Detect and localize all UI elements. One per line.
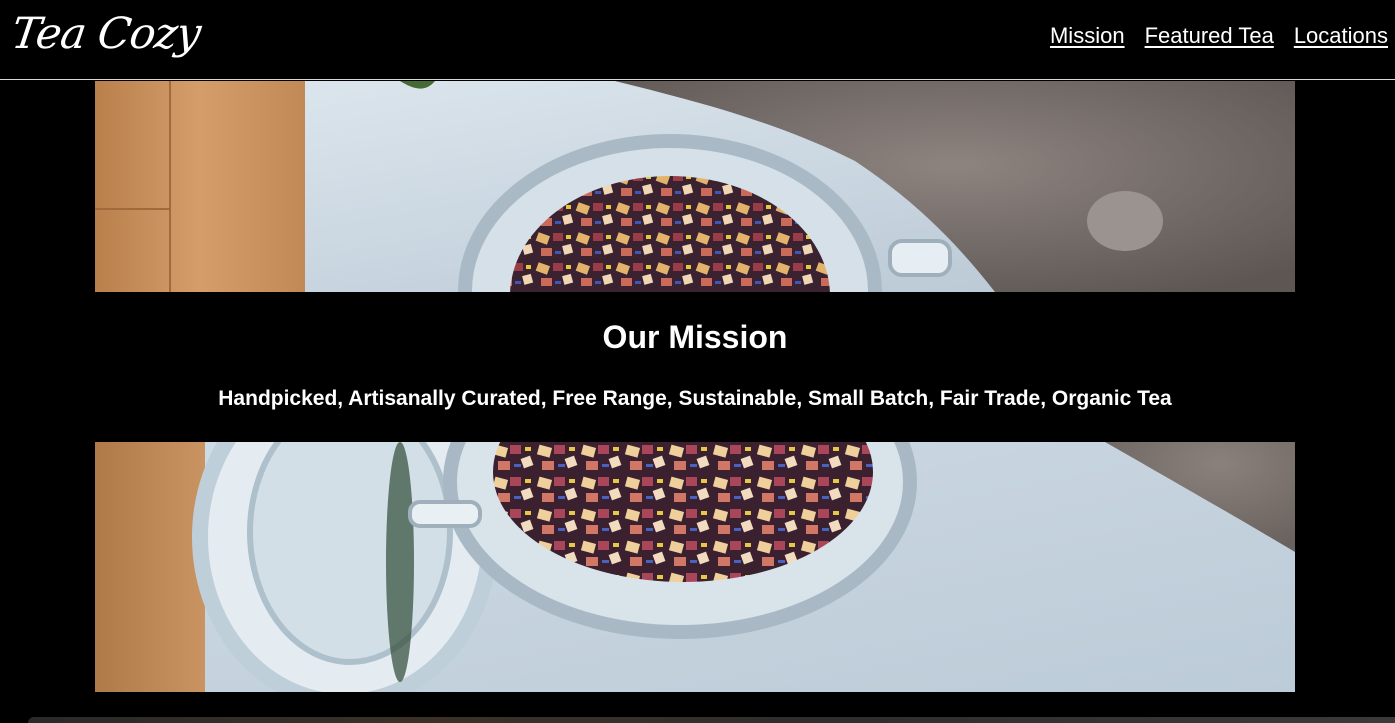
hero-image-bottom [95, 442, 1295, 692]
mission-title: Our Mission [602, 319, 788, 355]
hero-image-top [95, 81, 1295, 292]
nav-link-mission[interactable]: Mission [1050, 22, 1125, 50]
site-header: Tea Cozy Mission Featured Tea Locations [0, 0, 1395, 80]
nav-link-featured-tea[interactable]: Featured Tea [1145, 22, 1274, 50]
next-section-edge [28, 717, 1395, 723]
main-nav: Mission Featured Tea Locations [1050, 22, 1388, 50]
nav-link-locations[interactable]: Locations [1294, 22, 1388, 50]
site-logo[interactable]: Tea Cozy [8, 6, 204, 62]
mission-subtitle: Handpicked, Artisanally Curated, Free Ra… [218, 387, 1172, 410]
mission-section: Our Mission Handpicked, Artisanally Cura… [95, 292, 1295, 442]
